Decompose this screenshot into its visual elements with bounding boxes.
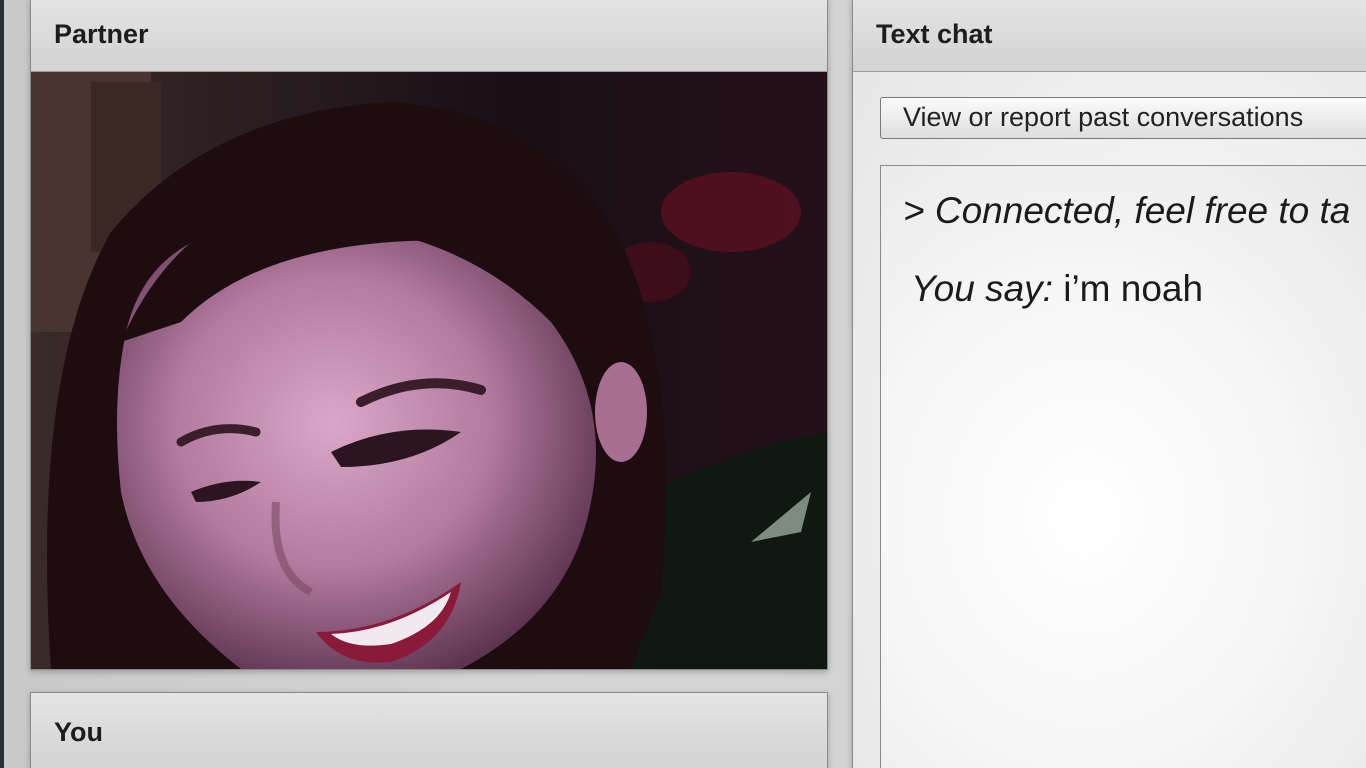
partner-video [31, 72, 827, 669]
partner-webcam-image [31, 72, 827, 669]
message-speaker: You say: [911, 268, 1053, 309]
app-window: Partner You Text chat View or report pas… [0, 0, 1366, 768]
partner-panel-title: Partner [31, 0, 827, 72]
partner-panel: Partner [30, 0, 828, 670]
message-text: i’m noah [1063, 268, 1204, 309]
you-panel: You [30, 692, 828, 768]
chat-message: You say: i’m noah [911, 268, 1203, 310]
connection-status-message: > Connected, feel free to ta [903, 190, 1351, 231]
you-panel-title: You [31, 693, 827, 768]
chat-log[interactable]: > Connected, feel free to ta You say: i’… [880, 165, 1366, 768]
text-chat-title: Text chat [853, 0, 1366, 72]
text-chat-panel: Text chat View or report past conversati… [852, 0, 1366, 768]
view-report-past-conversations-button[interactable]: View or report past conversations [880, 97, 1366, 139]
